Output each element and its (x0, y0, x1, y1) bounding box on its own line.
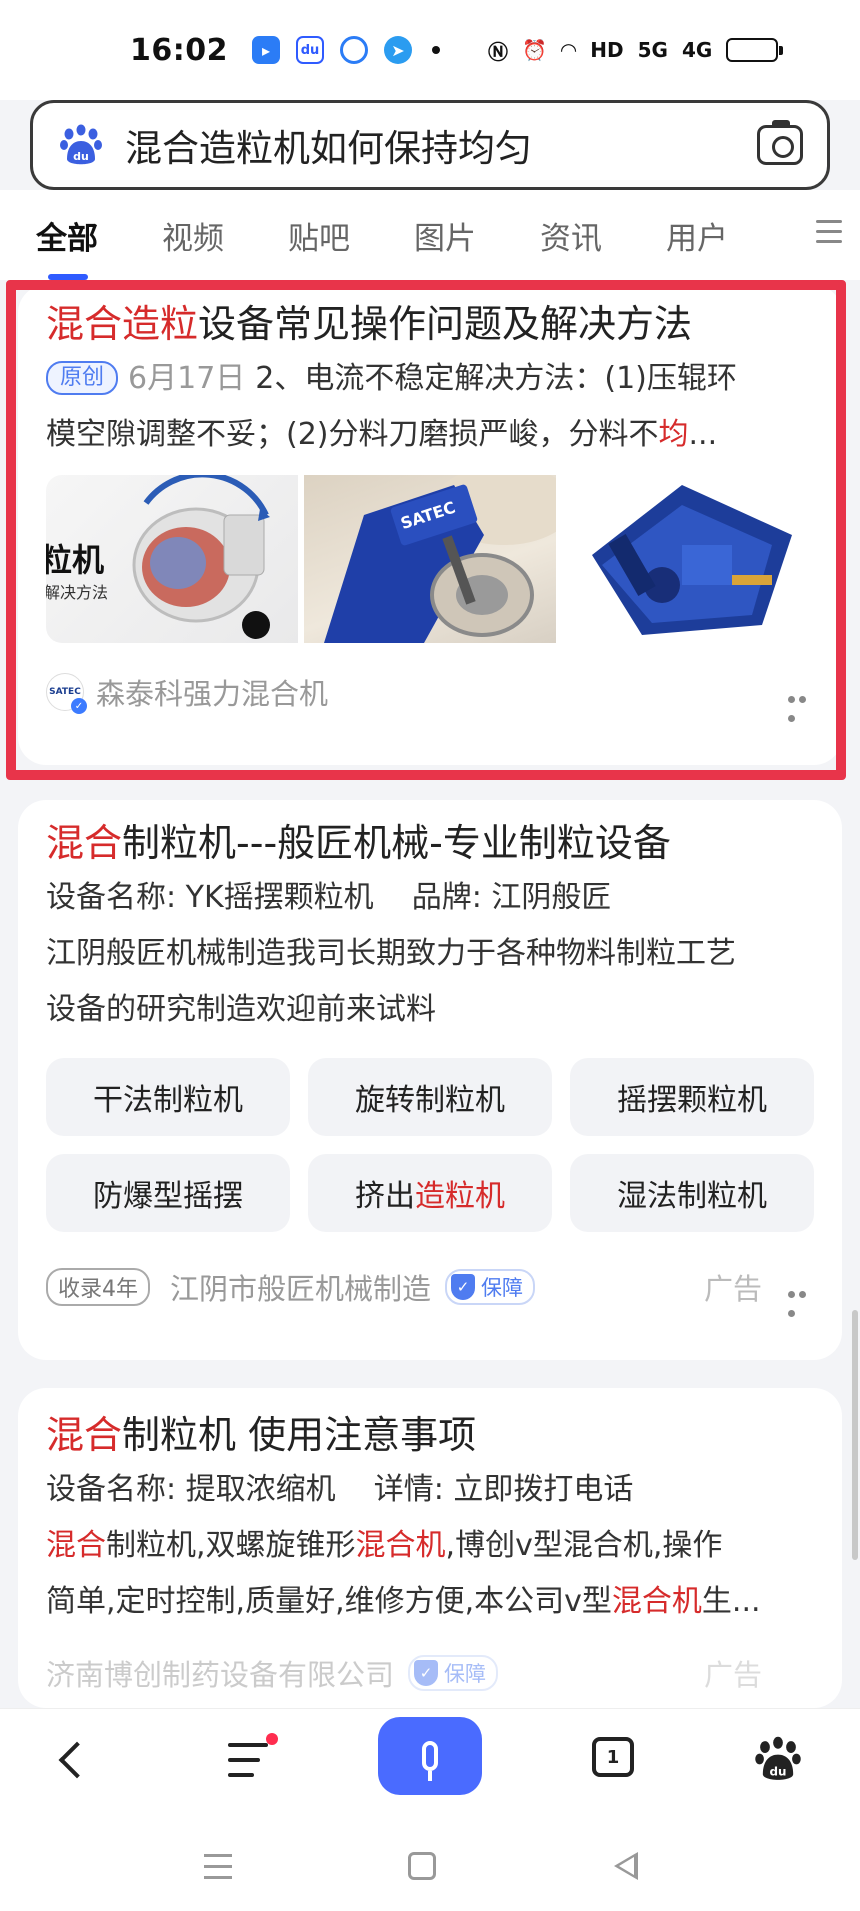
result-2-title[interactable]: 混合制粒机---般匠机械-专业制粒设备 (46, 816, 814, 870)
voice-search-button[interactable] (378, 1717, 482, 1795)
search-input[interactable]: 混合造粒机如何保持均匀 (125, 118, 757, 172)
source-name[interactable]: 森泰科强力混合机 (96, 671, 328, 713)
baidu-home-icon[interactable]: du (752, 1733, 804, 1785)
shield-check-icon: ✓ (451, 1274, 476, 1300)
advertiser-name[interactable]: 济南博创制药设备有限公司 (46, 1652, 394, 1694)
guarantee-badge[interactable]: ✓ 保障 (445, 1269, 536, 1305)
tab-all[interactable]: 全部 (36, 213, 98, 280)
guarantee-badge[interactable]: ✓ 保障 (408, 1655, 499, 1691)
back-arrow-icon[interactable] (58, 1741, 96, 1779)
result-3-title[interactable]: 混合制粒机 使用注意事项 (46, 1408, 814, 1462)
result-1-source[interactable]: SATEC ✓ 森泰科强力混合机 (46, 671, 814, 722)
result-card-3[interactable]: 混合制粒机 使用注意事项 设备名称: 提取浓缩机 详情: 立即拨打电话 混合制粒… (18, 1388, 842, 1708)
tab-news[interactable]: 资讯 (540, 213, 602, 258)
tab-tieba[interactable]: 贴吧 (288, 213, 350, 258)
result-image-3[interactable] (562, 475, 814, 643)
camera-icon[interactable] (757, 120, 803, 165)
result-1-date: 6月17日 (128, 361, 246, 396)
scrollbar[interactable] (852, 1310, 858, 1560)
chip-explosion-proof[interactable]: 防爆型摇摆 (46, 1154, 290, 1232)
battery-icon (726, 38, 784, 62)
tabs-count-icon[interactable]: 1 (592, 1737, 634, 1777)
bottom-navigation: 1 du (0, 1708, 860, 1818)
chip-dry-granulator[interactable]: 干法制粒机 (46, 1058, 290, 1136)
result-image-2[interactable]: SATEC (304, 475, 556, 643)
result-1-images: 粒机 解决方法 SATEC (46, 475, 814, 643)
telegram-icon: ➤ (384, 36, 412, 64)
original-badge: 原创 (46, 361, 119, 395)
result-card-2[interactable]: 混合制粒机---般匠机械-专业制粒设备 设备名称: YK摇摆颗粒机 品牌: 江阴… (18, 800, 842, 1360)
baidu-notification-icon: du (296, 36, 324, 64)
chip-swing-granulator[interactable]: 摇摆颗粒机 (570, 1058, 814, 1136)
system-navigation-bar (0, 1818, 860, 1911)
ad-label: 广告 (703, 1272, 762, 1306)
notification-dot (266, 1733, 278, 1745)
tab-video[interactable]: 视频 (162, 213, 224, 258)
advertiser-name[interactable]: 江阴市般匠机械制造 (170, 1266, 431, 1308)
search-bar[interactable]: du 混合造粒机如何保持均匀 (30, 100, 830, 190)
result-2-description: 设备名称: YK摇摆颗粒机 品牌: 江阴般匠 江阴般匠机械制造我司长期致力于各种… (46, 880, 736, 1027)
satec-mixer-image: SATEC (324, 475, 556, 643)
signal-5g-icon: 5G (637, 38, 668, 62)
clock: 16:02 (130, 32, 228, 68)
record-badge: 收录4年 (46, 1268, 150, 1306)
app-notification-icon: ▸ (252, 36, 280, 64)
notification-icons: ▸ du ➤ (252, 36, 440, 64)
more-options-icon[interactable] (788, 688, 818, 722)
svg-text:du: du (770, 1764, 787, 1778)
chip-rotary-granulator[interactable]: 旋转制粒机 (308, 1058, 552, 1136)
tab-menu-icon[interactable] (816, 220, 842, 250)
wifi-icon: ◠ (560, 38, 577, 62)
system-icons: Ⓝ ⏰ ◠ HD 5G 4G (488, 36, 784, 65)
result-3-meta: 济南博创制药设备有限公司 ✓ 保障 广告 (46, 1652, 814, 1694)
granulator-machine-image (592, 485, 792, 635)
chip-wet-granulator[interactable]: 湿法制粒机 (570, 1154, 814, 1232)
baidu-logo-icon: du (60, 124, 102, 165)
tab-images[interactable]: 图片 (414, 213, 476, 258)
search-tabs: 全部 视频 贴吧 图片 资讯 用户 (0, 190, 860, 280)
tab-users[interactable]: 用户 (666, 213, 728, 258)
chip-extrusion-granulator[interactable]: 挤出 造粒机 (308, 1154, 552, 1232)
ad-label: 广告 (703, 1658, 762, 1692)
verified-icon: ✓ (71, 698, 87, 714)
more-options-icon[interactable] (788, 1283, 818, 1317)
result-3-description: 设备名称: 提取浓缩机 详情: 立即拨打电话 混合制粒机,双螺旋锥形混合机,博创… (46, 1472, 761, 1619)
microphone-icon (422, 1741, 438, 1781)
image-subcaption: 解决方法 (46, 583, 109, 602)
result-card-1[interactable]: 混合造粒设备常见操作问题及解决方法 原创 6月17日 2、电流不稳定解决方法：(1)… (18, 285, 842, 765)
shield-check-icon: ✓ (414, 1660, 439, 1686)
status-bar: 16:02 ▸ du ➤ Ⓝ ⏰ ◠ HD 5G 4G (0, 0, 860, 100)
related-chips: 干法制粒机 旋转制粒机 摇摆颗粒机 防爆型摇摆 挤出 造粒机 湿法制粒机 (46, 1058, 814, 1232)
system-back-icon[interactable] (614, 1852, 638, 1880)
result-1-description: 原创 6月17日 2、电流不稳定解决方法：(1)压辊环 模空隙调整不妥；(2)分料刀… (46, 361, 737, 452)
signal-4g-icon: 4G (681, 38, 713, 62)
result-1-title[interactable]: 混合造粒设备常见操作问题及解决方法 (46, 297, 814, 351)
feed-list-icon[interactable] (228, 1733, 278, 1788)
alarm-icon: ⏰ (522, 38, 547, 62)
more-notifications-icon (432, 46, 440, 54)
image-caption: 粒机 (46, 541, 105, 579)
result-2-meta: 收录4年 江阴市般匠机械制造 ✓ 保障 广告 (46, 1266, 814, 1317)
hd-icon: HD (590, 38, 624, 62)
home-icon[interactable] (408, 1852, 436, 1880)
source-logo-icon: SATEC ✓ (46, 673, 87, 714)
browser-notification-icon (340, 36, 368, 64)
result-image-1[interactable]: 粒机 解决方法 (46, 475, 298, 643)
recent-apps-icon[interactable] (204, 1854, 232, 1887)
nfc-icon: Ⓝ (488, 39, 508, 64)
svg-text:du: du (73, 150, 89, 163)
